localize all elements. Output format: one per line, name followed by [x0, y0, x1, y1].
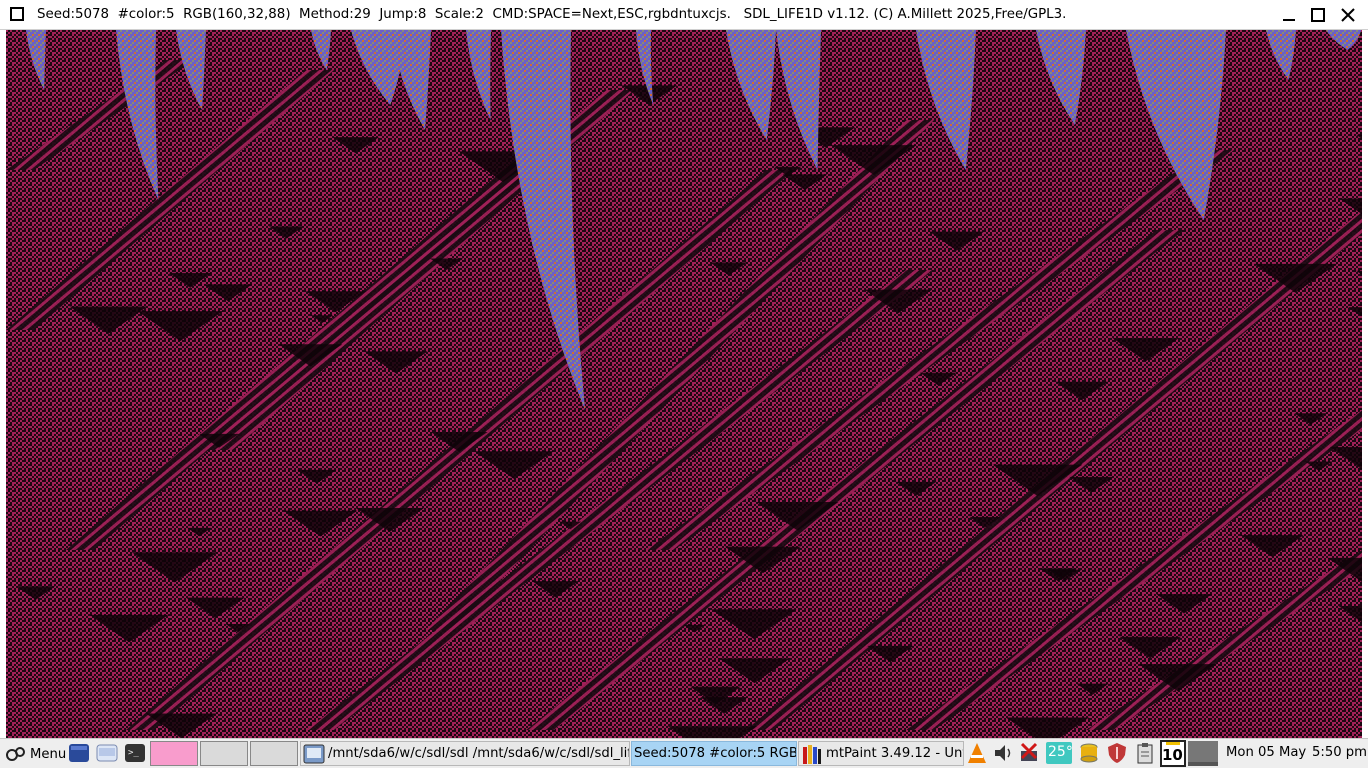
taskbar-task-mtpaint[interactable]: mtPaint 3.49.12 - Unt [798, 741, 964, 766]
task-label: /mnt/sda6/w/c/sdl/sdl /mnt/sda6/w/c/sdl/… [328, 746, 630, 761]
automaton-canvas[interactable] [6, 30, 1362, 738]
taskbar-task-sdl-life[interactable]: Seed:5078 #color:5 RGB [631, 741, 797, 766]
desktop-3-button[interactable] [250, 741, 298, 766]
desktop-1-button[interactable] [150, 741, 198, 766]
battery-indicator[interactable]: 10 [1160, 740, 1186, 767]
app-launcher-icon[interactable] [68, 742, 90, 764]
clipboard-icon[interactable] [1134, 742, 1156, 764]
close-button[interactable] [1336, 4, 1360, 26]
menu-label: Menu [30, 747, 67, 762]
menu-logo-icon [6, 747, 25, 761]
taskbar-task-terminal[interactable]: /mnt/sda6/w/c/sdl/sdl /mnt/sda6/w/c/sdl/… [300, 741, 630, 766]
terminal-window-icon [303, 744, 325, 764]
terminal-icon[interactable]: >_ [124, 742, 146, 764]
paint-icon [803, 745, 821, 764]
volume-icon[interactable] [992, 742, 1014, 764]
title-bar[interactable]: Seed:5078 #color:5 RGB(160,32,88) Method… [0, 0, 1368, 30]
minimize-button[interactable] [1277, 4, 1301, 26]
clock-time[interactable]: 5:50 pm [1312, 745, 1367, 761]
temperature-label: 25° [1048, 744, 1073, 760]
close-icon [1341, 8, 1355, 22]
system-tray: 25° 10 [966, 739, 1218, 769]
task-label: Seed:5078 #color:5 RGB [634, 746, 797, 761]
cpu-graph[interactable] [1188, 741, 1218, 766]
desktop-2-button[interactable] [200, 741, 248, 766]
battery-label: 10 [1162, 746, 1183, 764]
automaton-image [6, 30, 1362, 738]
network-disconnected-icon[interactable] [1018, 742, 1042, 764]
temperature-badge[interactable]: 25° [1046, 742, 1073, 764]
shield-icon[interactable] [1106, 742, 1128, 764]
minimize-icon [1283, 19, 1295, 21]
clock-date[interactable]: Mon 05 May [1226, 745, 1306, 761]
maximize-icon [1311, 8, 1325, 22]
maximize-button[interactable] [1306, 4, 1330, 26]
task-label: mtPaint 3.49.12 - Unt [826, 746, 964, 761]
taskbar: Menu >_ /mnt/sda6/w/c/sdl/sdl /mnt/sda6/… [0, 738, 1368, 768]
vlc-icon[interactable] [966, 742, 988, 764]
app-window-icon[interactable] [10, 7, 24, 21]
drive-icon[interactable] [1078, 742, 1100, 764]
svg-text:>_: >_ [128, 748, 139, 758]
start-menu-button[interactable]: Menu [2, 741, 68, 766]
window-title: Seed:5078 #color:5 RGB(160,32,88) Method… [37, 7, 1067, 22]
file-manager-icon[interactable] [96, 742, 118, 764]
